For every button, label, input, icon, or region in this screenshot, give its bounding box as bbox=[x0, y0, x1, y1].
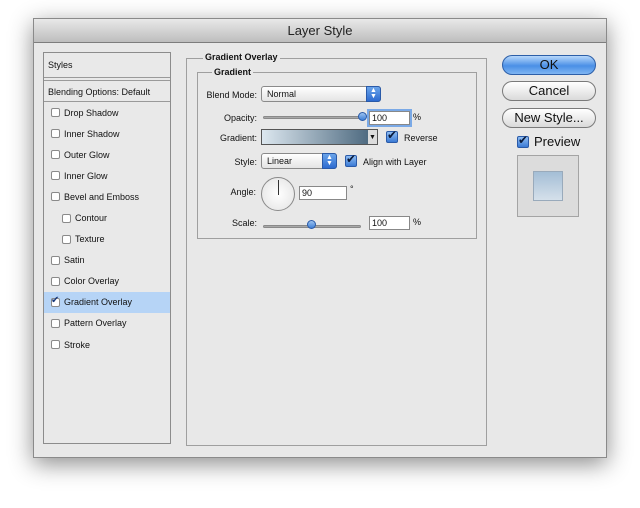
style-checkbox[interactable] bbox=[51, 171, 60, 181]
style-checkbox[interactable] bbox=[51, 295, 60, 307]
style-checkbox[interactable] bbox=[51, 129, 60, 139]
select-arrows-icon: ▲ ▼ bbox=[322, 153, 337, 169]
style-item-label: Drop Shadow bbox=[64, 107, 119, 118]
style-item-label: Color Overlay bbox=[64, 276, 120, 287]
style-item-color-overlay[interactable]: Color Overlay bbox=[44, 271, 170, 292]
style-item-label: Gradient Overlay bbox=[64, 297, 133, 308]
select-arrows-icon: ▲ ▼ bbox=[366, 86, 381, 102]
style-item-drop-shadow[interactable]: Drop Shadow bbox=[44, 102, 170, 123]
preview-label: Preview bbox=[534, 134, 581, 149]
style-item-inner-shadow[interactable]: Inner Shadow bbox=[44, 123, 170, 144]
styles-list: Styles Blending Options: Default Drop Sh… bbox=[43, 52, 171, 444]
style-item-satin[interactable]: Satin bbox=[44, 250, 170, 271]
style-checkbox[interactable] bbox=[51, 276, 60, 286]
style-item-label: Texture bbox=[75, 234, 105, 245]
opacity-input[interactable]: 100 bbox=[369, 111, 410, 125]
scale-input[interactable]: 100 bbox=[369, 216, 410, 230]
style-value: Linear bbox=[267, 156, 293, 166]
style-item-label: Outer Glow bbox=[64, 149, 110, 160]
dialog-title: Layer Style bbox=[34, 19, 606, 43]
style-checkbox[interactable] bbox=[51, 108, 60, 118]
style-checkbox[interactable] bbox=[51, 255, 60, 265]
reverse-label: Reverse bbox=[404, 133, 438, 143]
panel-title: Gradient Overlay bbox=[203, 52, 280, 62]
style-item-stroke[interactable]: Stroke bbox=[44, 334, 170, 355]
blend-mode-select[interactable]: Normal ▲ ▼ bbox=[261, 86, 381, 102]
style-item-label: Inner Shadow bbox=[64, 128, 120, 139]
blending-options-item[interactable]: Blending Options: Default bbox=[44, 80, 170, 102]
opacity-unit: % bbox=[413, 112, 422, 122]
angle-input[interactable]: 90 bbox=[299, 186, 347, 200]
style-item-pattern-overlay[interactable]: Pattern Overlay bbox=[44, 313, 170, 334]
reverse-checkbox[interactable] bbox=[386, 128, 398, 143]
opacity-slider[interactable] bbox=[263, 116, 363, 119]
angle-dial[interactable] bbox=[261, 177, 295, 211]
style-item-label: Stroke bbox=[64, 339, 91, 350]
align-with-layer-label: Align with Layer bbox=[363, 157, 427, 167]
gradient-label: Gradient: bbox=[219, 133, 257, 143]
opacity-slider-thumb[interactable] bbox=[358, 112, 367, 121]
opacity-label: Opacity: bbox=[223, 113, 257, 123]
style-checkbox[interactable] bbox=[51, 192, 60, 202]
cancel-button[interactable]: Cancel bbox=[502, 81, 596, 101]
style-item-contour[interactable]: Contour bbox=[44, 207, 170, 228]
preview-checkbox[interactable] bbox=[517, 133, 529, 148]
gradient-dropdown-arrow-icon[interactable]: ▼ bbox=[368, 129, 378, 145]
style-checkbox[interactable] bbox=[51, 340, 60, 350]
blend-mode-value: Normal bbox=[267, 89, 297, 99]
style-item-outer-glow[interactable]: Outer Glow bbox=[44, 144, 170, 165]
style-item-bevel-and-emboss[interactable]: Bevel and Emboss bbox=[44, 186, 170, 207]
new-style-button[interactable]: New Style... bbox=[502, 108, 596, 128]
scale-label: Scale: bbox=[231, 218, 257, 228]
gradient-swatch[interactable] bbox=[261, 129, 370, 145]
style-select[interactable]: Linear ▲ ▼ bbox=[261, 153, 337, 169]
style-label: Style: bbox=[234, 157, 257, 167]
angle-label: Angle: bbox=[230, 187, 256, 197]
blend-mode-label: Blend Mode: bbox=[206, 90, 257, 100]
style-items: Drop Shadow Inner Shadow Outer Glow Inner G… bbox=[44, 102, 170, 355]
style-item-inner-glow[interactable]: Inner Glow bbox=[44, 165, 170, 186]
scale-unit: % bbox=[413, 217, 422, 227]
style-item-texture[interactable]: Texture bbox=[44, 229, 170, 250]
style-item-label: Inner Glow bbox=[64, 170, 108, 181]
angle-unit: ° bbox=[350, 184, 354, 194]
style-checkbox[interactable] bbox=[62, 213, 71, 223]
style-item-label: Contour bbox=[75, 213, 108, 224]
style-item-label: Bevel and Emboss bbox=[64, 191, 140, 202]
style-checkbox[interactable] bbox=[62, 234, 71, 244]
style-checkbox[interactable] bbox=[51, 318, 60, 328]
styles-header[interactable]: Styles bbox=[44, 53, 170, 78]
style-checkbox[interactable] bbox=[51, 150, 60, 160]
ok-button[interactable]: OK bbox=[502, 55, 596, 75]
style-item-gradient-overlay[interactable]: Gradient Overlay bbox=[44, 291, 170, 313]
style-item-label: Satin bbox=[64, 255, 85, 266]
preview-thumbnail bbox=[517, 155, 579, 217]
gradient-group-title: Gradient bbox=[212, 67, 254, 77]
scale-slider-thumb[interactable] bbox=[307, 220, 316, 229]
style-item-label: Pattern Overlay bbox=[64, 318, 127, 329]
align-with-layer-checkbox[interactable] bbox=[345, 152, 357, 167]
preview-swatch bbox=[533, 171, 563, 201]
